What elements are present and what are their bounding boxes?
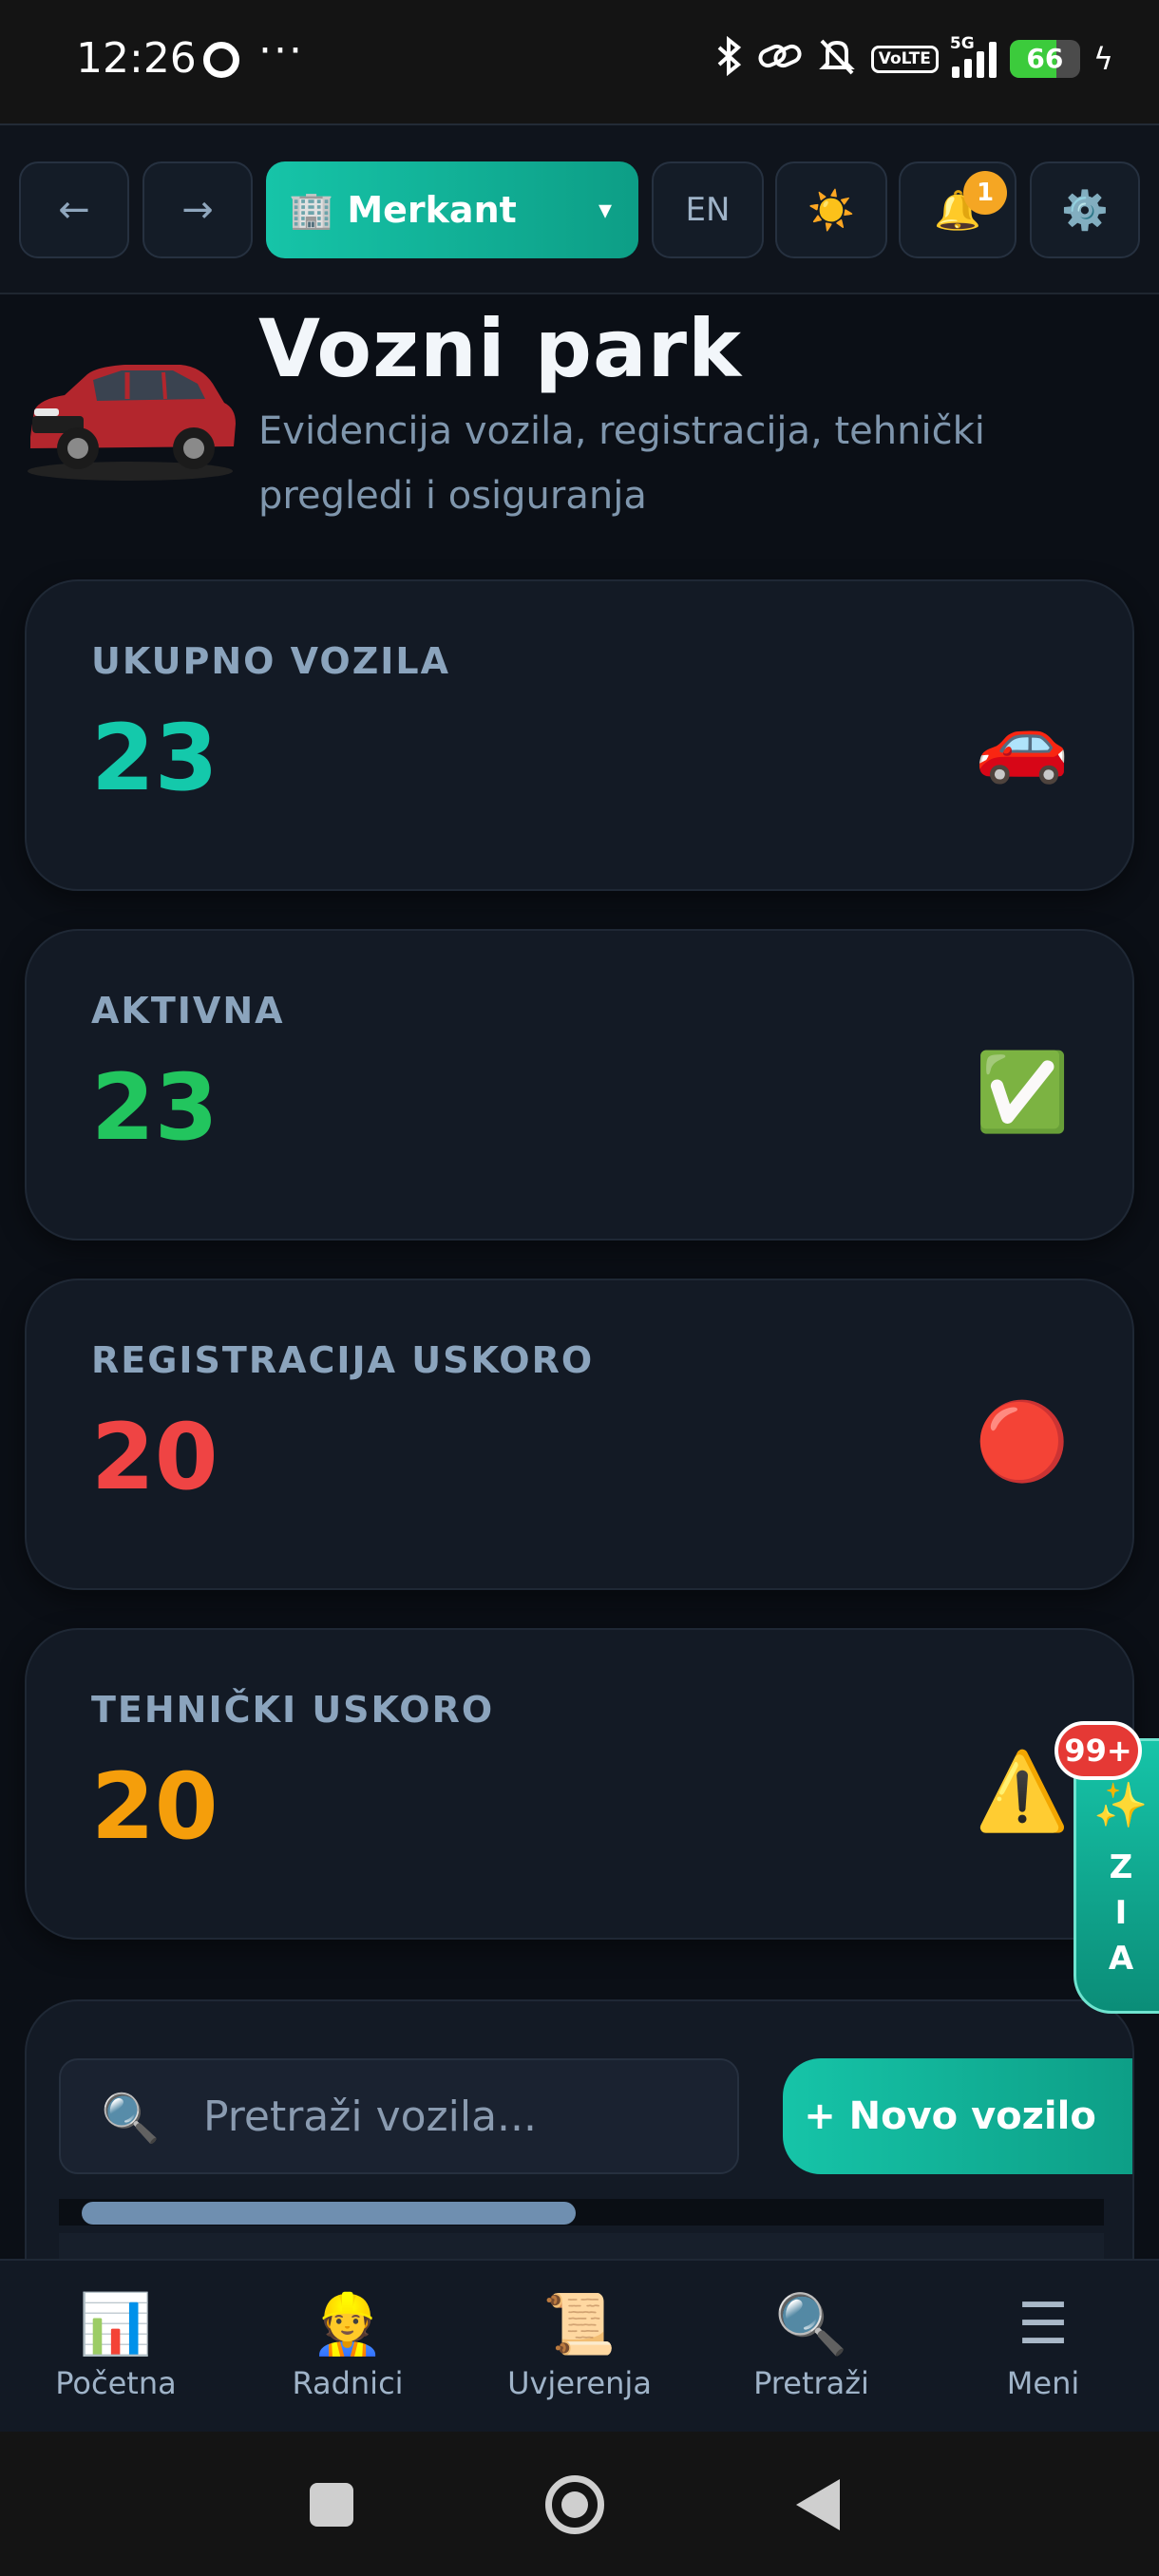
status-bar: 12:26 ··· VoLTE 5G 66 ϟ xyxy=(0,0,1159,123)
hamburger-icon: ☰ xyxy=(1017,2291,1069,2358)
muted-bell-icon xyxy=(816,35,858,83)
nav-label: Početna xyxy=(55,2365,177,2401)
page-title: Vozni park xyxy=(258,302,742,395)
magnifier-icon: 🔍 xyxy=(774,2289,848,2358)
back-nav-button[interactable] xyxy=(796,2479,840,2530)
nav-search[interactable]: 🔍 Pretraži xyxy=(695,2261,927,2432)
nav-menu[interactable]: ☰ Meni xyxy=(927,2261,1159,2432)
charging-icon: ϟ xyxy=(1092,41,1113,77)
stat-value: 20 xyxy=(91,1753,218,1860)
volte-icon: VoLTE xyxy=(870,45,939,73)
chevron-down-icon: ▾ xyxy=(598,194,612,225)
horizontal-scrollbar[interactable] xyxy=(59,2199,1104,2226)
building-icon: 🏢 xyxy=(289,188,334,231)
nav-home[interactable]: 📊 Početna xyxy=(0,2261,232,2432)
home-button[interactable] xyxy=(545,2475,604,2534)
nav-label: Meni xyxy=(1006,2365,1080,2401)
stat-label: AKTIVNA xyxy=(91,990,285,1032)
company-selector[interactable]: 🏢 Merkant ▾ xyxy=(266,161,638,258)
forward-button[interactable]: → xyxy=(142,161,253,258)
search-field[interactable]: 🔍 xyxy=(59,2058,739,2174)
search-icon: 🔍 xyxy=(101,2091,161,2146)
worker-icon: 👷 xyxy=(311,2289,385,2358)
stat-label: TEHNIČKI USKORO xyxy=(91,1689,495,1731)
nav-label: Radnici xyxy=(292,2365,404,2401)
warning-icon: ⚠️ xyxy=(975,1747,1070,1835)
notifications-button[interactable]: 🔔 1 xyxy=(899,161,1016,258)
status-time: 12:26 xyxy=(76,34,197,83)
language-button[interactable]: EN xyxy=(652,161,764,258)
app-screen: 12:26 ··· VoLTE 5G 66 ϟ ← → 🏢 Merkant ▾ … xyxy=(0,0,1159,2576)
sun-icon: ☀️ xyxy=(808,188,855,233)
notification-badge: 1 xyxy=(963,171,1007,215)
checkmark-icon: ✅ xyxy=(975,1048,1070,1136)
gear-icon: ⚙️ xyxy=(1061,188,1109,233)
battery-icon: 66 xyxy=(1009,40,1080,78)
red-circle-icon: 🔴 xyxy=(975,1397,1070,1486)
zia-letter: I xyxy=(1114,1894,1128,1932)
chart-icon: 📊 xyxy=(79,2289,153,2358)
stat-card-registration-soon: REGISTRACIJA USKORO 20 🔴 xyxy=(25,1279,1134,1590)
stat-value: 23 xyxy=(91,705,218,811)
zia-letter: Z xyxy=(1109,1848,1133,1886)
chrome-icon xyxy=(203,42,239,78)
car-icon: 🚗 xyxy=(975,698,1070,786)
zia-letter: A xyxy=(1108,1940,1134,1978)
scroll-icon: 📜 xyxy=(542,2289,617,2358)
stat-label: UKUPNO VOZILA xyxy=(91,640,451,682)
nav-workers[interactable]: 👷 Radnici xyxy=(232,2261,464,2432)
recents-button[interactable] xyxy=(310,2483,353,2527)
nav-label: Pretraži xyxy=(753,2365,869,2401)
stat-card-total: UKUPNO VOZILA 23 🚗 xyxy=(25,579,1134,891)
new-vehicle-button[interactable]: + Novo vozilo xyxy=(783,2058,1132,2174)
system-navigation-bar xyxy=(0,2432,1159,2576)
nav-certificates[interactable]: 📜 Uvjerenja xyxy=(464,2261,695,2432)
top-toolbar: ← → 🏢 Merkant ▾ EN ☀️ 🔔 1 ⚙️ xyxy=(0,123,1159,294)
more-notifications-icon: ··· xyxy=(258,27,304,75)
bluetooth-icon xyxy=(715,35,744,82)
signal-icon: 5G xyxy=(950,34,997,78)
company-name: Merkant xyxy=(347,189,517,231)
zia-badge: 99+ xyxy=(1054,1721,1142,1780)
nav-label: Uvjerenja xyxy=(507,2365,652,2401)
stat-card-technical-soon: TEHNIČKI USKORO 20 ⚠️ xyxy=(25,1628,1134,1940)
theme-toggle-button[interactable]: ☀️ xyxy=(775,161,887,258)
stat-value: 20 xyxy=(91,1404,218,1510)
link-icon xyxy=(757,40,803,78)
page-subtitle: Evidencija vozila, registracija, tehničk… xyxy=(258,409,985,518)
sparkles-icon: ✨ xyxy=(1093,1779,1149,1830)
settings-button[interactable]: ⚙️ xyxy=(1030,161,1140,258)
stat-value: 23 xyxy=(91,1054,218,1161)
stat-card-active: AKTIVNA 23 ✅ xyxy=(25,929,1134,1241)
back-button[interactable]: ← xyxy=(19,161,129,258)
battery-level: 66 xyxy=(1026,43,1064,74)
car-image xyxy=(28,365,236,481)
status-icons: VoLTE 5G 66 ϟ xyxy=(715,34,1113,84)
scrollbar-thumb[interactable] xyxy=(82,2202,576,2225)
bottom-navigation: 📊 Početna 👷 Radnici 📜 Uvjerenja 🔍 Pretra… xyxy=(0,2259,1159,2432)
stat-label: REGISTRACIJA USKORO xyxy=(91,1339,595,1381)
search-input[interactable] xyxy=(203,2060,716,2172)
